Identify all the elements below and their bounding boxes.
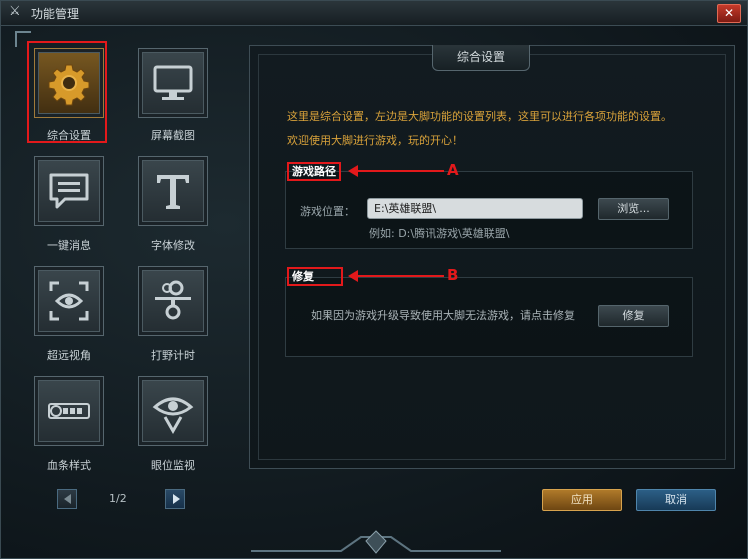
bottom-ornament (251, 530, 501, 554)
browse-button[interactable]: 浏览... (598, 198, 669, 220)
sidebar-item-screenshot[interactable] (138, 48, 208, 118)
annotation-arrow-a-line (356, 170, 444, 172)
sidebar-item-label: 血条样式 (47, 459, 91, 472)
eye-frame-icon (49, 281, 89, 321)
monitor-icon (153, 65, 193, 100)
annotation-marker-a: A (447, 161, 459, 179)
game-path-title: 游戏路径 (287, 162, 341, 181)
panel-tab-title: 综合设置 (432, 45, 530, 71)
welcome-text: 欢迎使用大脚进行游戏，玩的开心！ (287, 134, 463, 147)
sidebar-item-health-bar[interactable] (34, 376, 104, 446)
apply-button[interactable]: 应用 (542, 489, 622, 511)
sidebar-item-font[interactable] (138, 156, 208, 226)
health-bar-icon (48, 403, 90, 419)
game-path-input[interactable]: E:\英雄联盟\ (367, 198, 583, 219)
sidebar-item-quick-message[interactable] (34, 156, 104, 226)
title-bar: ⚔ 功能管理 ✕ (1, 1, 747, 26)
sidebar-item-label: 综合设置 (47, 129, 91, 142)
sidebar-item-label: 一键消息 (47, 239, 91, 252)
cancel-button[interactable]: 取消 (636, 489, 716, 511)
path-example-text: 例如: D:\腾讯游戏\英雄联盟\ (369, 227, 510, 240)
annotation-arrow-b-line (356, 275, 444, 277)
sidebar-item-label: 屏幕截图 (151, 129, 195, 142)
font-t-icon (157, 175, 189, 209)
repair-description: 如果因为游戏升级导致使用大脚无法游戏，请点击修复 (311, 309, 575, 322)
sidebar-item-label: 打野计时 (151, 349, 195, 362)
sidebar-item-far-view[interactable] (34, 266, 104, 336)
game-location-label: 游戏位置： (300, 205, 355, 218)
chat-bubble-icon (49, 173, 89, 209)
intro-text: 这里是综合设置，左边是大脚功能的设置列表，这里可以进行各项功能的设置。 (287, 110, 672, 123)
chevron-left-icon (64, 494, 71, 504)
annotation-marker-b: B (447, 266, 459, 284)
repair-title: 修复 (287, 267, 343, 286)
close-button[interactable]: ✕ (717, 4, 741, 23)
sidebar-item-label: 超远视角 (47, 349, 91, 362)
sidebar-item-label: 字体修改 (151, 239, 195, 252)
next-page-button[interactable] (165, 489, 185, 509)
sidebar-item-jungle-timer[interactable] (138, 266, 208, 336)
sidebar-item-label: 眼位监视 (151, 459, 195, 472)
window: ⚔ 功能管理 ✕ 综合设置 屏幕截图 一键消息 字体修改 超远视角 打野计时 血… (0, 0, 748, 559)
page-indicator: 1/2 (109, 492, 127, 505)
sidebar-item-ward-monitor[interactable] (138, 376, 208, 446)
prev-page-button[interactable] (57, 489, 77, 509)
stopwatch-icon (155, 280, 191, 320)
close-icon: ✕ (723, 6, 735, 20)
window-title: 功能管理 (31, 7, 80, 21)
app-logo-icon: ⚔ (9, 4, 21, 19)
ward-eye-icon (152, 397, 194, 435)
chevron-right-icon (173, 494, 180, 504)
repair-button[interactable]: 修复 (598, 305, 669, 327)
